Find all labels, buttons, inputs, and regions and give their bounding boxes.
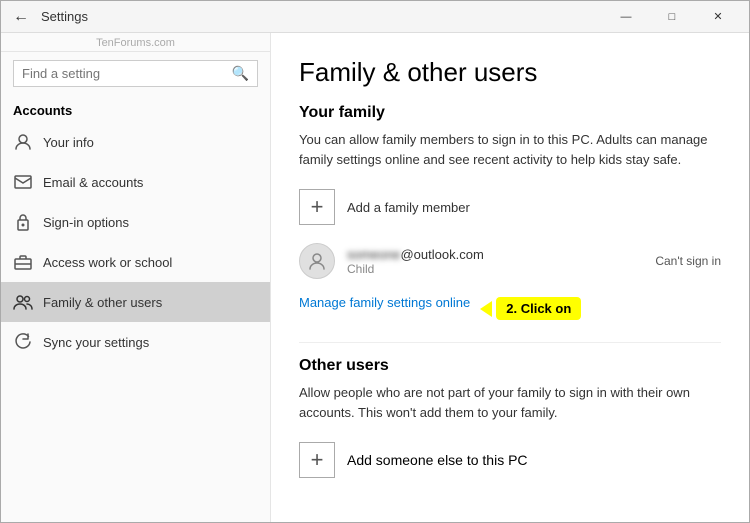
add-someone-label: Add someone else to this PC bbox=[347, 452, 528, 468]
add-family-plus-icon: + bbox=[299, 189, 335, 225]
main-layout: TenForums.com 🔍 Accounts Your info bbox=[1, 33, 749, 522]
your-info-icon bbox=[13, 132, 33, 152]
sidebar-item-work[interactable]: Access work or school bbox=[1, 242, 270, 282]
family-member-item: someone@outlook.com Child Can't sign in bbox=[299, 237, 721, 285]
family-member-role: Child bbox=[347, 262, 484, 276]
work-icon bbox=[13, 252, 33, 272]
accounts-section-title: Accounts bbox=[1, 95, 270, 122]
section-divider bbox=[299, 342, 721, 343]
search-container: 🔍 bbox=[1, 52, 270, 95]
your-family-desc: You can allow family members to sign in … bbox=[299, 130, 721, 169]
email-icon bbox=[13, 172, 33, 192]
watermark: TenForums.com bbox=[1, 33, 270, 52]
sync-label: Sync your settings bbox=[43, 335, 149, 350]
family-icon bbox=[13, 292, 33, 312]
add-family-label: Add a family member bbox=[347, 200, 470, 215]
family-member-email: someone@outlook.com bbox=[347, 247, 484, 262]
sidebar-item-email[interactable]: Email & accounts bbox=[1, 162, 270, 202]
plus-icon-2: + bbox=[311, 447, 324, 473]
other-users-desc: Allow people who are not part of your fa… bbox=[299, 383, 721, 422]
window-title: Settings bbox=[41, 9, 603, 24]
signin-icon bbox=[13, 212, 33, 232]
titlebar: ← Settings — □ ✕ bbox=[1, 1, 749, 33]
manage-family-link[interactable]: Manage family settings online bbox=[299, 295, 470, 310]
sidebar-item-sync[interactable]: Sync your settings bbox=[1, 322, 270, 362]
back-button[interactable]: ← bbox=[9, 5, 33, 29]
your-info-label: Your info bbox=[43, 135, 94, 150]
settings-window: ← Settings — □ ✕ TenForums.com 🔍 Account… bbox=[0, 0, 750, 523]
sync-icon bbox=[13, 332, 33, 352]
add-other-user-item: + Add someone else to this PC bbox=[299, 436, 721, 484]
other-users-title: Other users bbox=[299, 357, 721, 375]
plus-icon: + bbox=[311, 194, 324, 220]
callout-2-label: 2. Click on bbox=[496, 297, 581, 320]
family-label: Family & other users bbox=[43, 295, 162, 310]
search-box[interactable]: 🔍 bbox=[13, 60, 258, 87]
add-other-plus-icon: + bbox=[299, 442, 335, 478]
search-icon: 🔍 bbox=[232, 65, 249, 82]
search-input[interactable] bbox=[22, 66, 232, 81]
email-label: Email & accounts bbox=[43, 175, 143, 190]
page-title: Family & other users bbox=[299, 57, 721, 88]
sidebar-item-family[interactable]: Family & other users 1. Click on bbox=[1, 282, 270, 322]
callout-2-container: 2. Click on bbox=[480, 297, 581, 320]
work-label: Access work or school bbox=[43, 255, 172, 270]
window-controls: — □ ✕ bbox=[603, 1, 741, 33]
add-family-item: + Add a family member bbox=[299, 183, 721, 231]
callout-2-arrow bbox=[480, 301, 492, 317]
signin-label: Sign-in options bbox=[43, 215, 129, 230]
family-member-info: someone@outlook.com Child bbox=[347, 247, 484, 276]
minimize-button[interactable]: — bbox=[603, 1, 649, 33]
maximize-button[interactable]: □ bbox=[649, 1, 695, 33]
sidebar-item-signin[interactable]: Sign-in options bbox=[1, 202, 270, 242]
sidebar-item-your-info[interactable]: Your info bbox=[1, 122, 270, 162]
content-panel: Family & other users Your family You can… bbox=[271, 33, 749, 522]
family-member-status: Can't sign in bbox=[655, 254, 721, 268]
family-member-avatar bbox=[299, 243, 335, 279]
manage-row: Manage family settings online 2. Click o… bbox=[299, 291, 721, 326]
close-button[interactable]: ✕ bbox=[695, 1, 741, 33]
sidebar: TenForums.com 🔍 Accounts Your info bbox=[1, 33, 271, 522]
your-family-title: Your family bbox=[299, 104, 721, 122]
